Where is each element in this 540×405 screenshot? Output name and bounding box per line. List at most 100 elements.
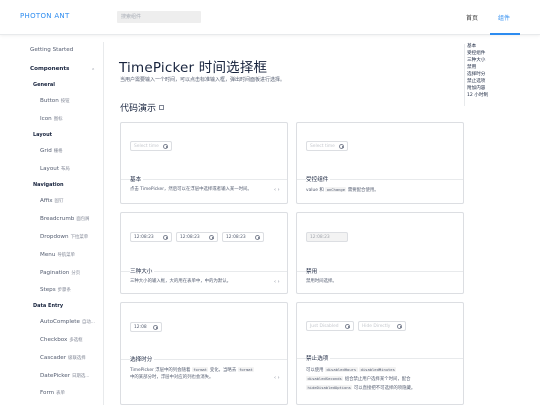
code-toggle-icon[interactable]: ‹ › [274,187,280,193]
card-description-cont: disabledSeconds 组合禁止用户选择某个时间，配合 [306,375,411,384]
code-toggle-icon[interactable]: ‹ › [274,375,280,381]
sidebar: Getting Started Components ⌃ General But… [20,42,104,405]
card-divider [121,179,287,180]
timepicker-basic[interactable]: Select time [130,141,172,151]
sidebar-item-checkbox[interactable]: Checkbox 多选框 [40,337,83,343]
sidebar-item-grid[interactable]: Grid 栅格 [40,148,63,154]
clock-icon [397,324,402,329]
demo-card-disabled: 12:08:23 禁用 禁用时间选择。 [296,212,464,294]
sidebar-subgroup-layout: Layout [33,132,53,138]
sidebar-item-menu[interactable]: Menu 导航菜单 [40,252,75,258]
chevron-up-icon[interactable]: ⌃ [91,68,95,74]
clock-icon [255,235,260,240]
sidebar-item-getting-started[interactable]: Getting Started [30,47,73,53]
sidebar-item-datepicker[interactable]: DatePicker 日期选... [40,373,89,379]
timepicker-controlled[interactable]: Select time [306,141,348,151]
code-tag: format [191,367,209,372]
anchor-link-sizes[interactable]: 三种大小 [467,58,485,64]
sidebar-item-label-cn: 自动... [81,320,95,325]
card-description: 可以使用 disabledHours disabledMinutes [306,366,397,375]
anchor-link-12-hours[interactable]: 12 小时制 [467,93,488,99]
sidebar-item-label: Checkbox [40,337,68,343]
demo-section-label: 代码演示 [120,104,157,114]
desc-text: 变化，当略去 [208,368,238,373]
sidebar-item-label: Dropdown [40,234,69,240]
timepicker-small[interactable]: 12:08:23 [222,232,264,242]
demo-card-sizes: 12:08:23 12:08:23 12:08:23 三种大小 三种大小的输入框… [120,212,288,294]
desc-text: 可以直接把不可选择的项隐藏。 [352,386,416,391]
timepicker-default[interactable]: 12:08:23 [176,232,218,242]
sidebar-item-label: Menu [40,252,56,258]
sidebar-item-label-cn: 级联选择 [68,356,86,361]
sidebar-item-label: Button [40,98,59,104]
sidebar-item-form[interactable]: Form 表单 [40,390,65,396]
timepicker-placeholder: Just Disabled [310,324,339,329]
anchor-link-disabled-options[interactable]: 禁止选项 [467,79,485,85]
sidebar-item-pagination[interactable]: Pagination 分页 [40,270,80,276]
sidebar-item-label: Grid [40,148,52,154]
expand-all-icon[interactable] [159,105,165,110]
clock-icon [163,144,168,149]
sidebar-item-label: DatePicker [40,373,71,379]
desc-text: TimePicker 浮层中的列会随着 [130,368,192,373]
clock-icon [339,144,344,149]
timepicker-value: 12:08:23 [180,235,200,240]
card-title: 禁止选项 [306,354,331,362]
sidebar-item-autocomplete[interactable]: AutoComplete 自动... [40,319,95,325]
sidebar-item-label-cn: 表单 [56,391,65,396]
timepicker-format[interactable]: 12:08 [130,322,162,332]
sidebar-item-layout[interactable]: Layout 布局 [40,166,70,172]
sidebar-item-label-cn: 布局 [61,167,70,172]
anchor-link-disabled[interactable]: 禁用 [467,65,476,71]
timepicker-disabled: 12:08:23 [306,232,348,242]
sidebar-item-affix[interactable]: Affix 固钉 [40,198,63,204]
timepicker-just-disabled[interactable]: Just Disabled [306,321,354,331]
code-tag: disabledHours [324,367,358,372]
card-description-cont: hideDisabledOptions 可以直接把不可选择的项隐藏。 [306,384,415,393]
timepicker-value: 12:08 [134,325,147,330]
code-toggle-icon[interactable]: ‹ › [274,279,280,285]
site-logo[interactable]: PHOTON ANT [20,12,70,20]
demo-section-title: 代码演示 [120,101,165,114]
timepicker-placeholder: Hide Directly [362,324,391,329]
anchor-link-controlled[interactable]: 受控组件 [467,51,485,57]
clock-icon [345,324,350,329]
code-tag: hideDisabledOptions [306,385,353,390]
sidebar-item-icon[interactable]: Icon 图标 [40,116,63,122]
sidebar-item-button[interactable]: Button 按钮 [40,98,70,104]
sidebar-item-label-cn: 步骤条 [57,288,71,293]
sidebar-item-steps[interactable]: Steps 步骤条 [40,287,71,293]
sidebar-subgroup-general: General [33,82,55,88]
clock-icon [163,235,168,240]
code-tag: onChange [325,187,347,192]
desc-text: 可以使用 [306,368,325,373]
sidebar-item-label-cn: 多选框 [69,338,83,343]
sidebar-group-components[interactable]: Components [30,66,69,72]
desc-text: 需要配合使用。 [346,188,379,193]
card-description: 点击 TimePicker，然后可以在浮层中选择或者输入某一时间。 [130,187,252,192]
search-input[interactable]: 搜索组件 [117,11,201,23]
code-tag: disabledSeconds [306,376,344,381]
timepicker-placeholder: Select time [310,144,335,149]
sidebar-item-label: Pagination [40,270,70,276]
card-description: 禁用时间选择。 [306,279,337,284]
sidebar-item-cascader[interactable]: Cascader 级联选择 [40,355,86,361]
sidebar-item-label: Affix [40,198,53,204]
card-title: 禁用 [306,267,320,275]
nav-components-link[interactable]: 组件 [498,13,510,22]
anchor-link-addon[interactable]: 附加内容 [467,86,485,92]
timepicker-large[interactable]: 12:08:23 [130,232,172,242]
card-title: 选择时分 [130,355,155,363]
nav-home-link[interactable]: 首页 [466,13,478,22]
anchor-link-format[interactable]: 选择时分 [467,72,485,78]
sidebar-item-label-cn: 导航菜单 [57,253,75,258]
sidebar-item-label-cn: 面包屑 [76,217,90,222]
card-title: 基本 [130,175,144,183]
anchor-link-basic[interactable]: 基本 [467,44,476,50]
timepicker-hide-directly[interactable]: Hide Directly [358,321,406,331]
sidebar-item-breadcrumb[interactable]: Breadcrumb 面包屑 [40,216,90,222]
demo-card-format: 12:08 选择时分 TimePicker 浮层中的列会随着 format 变化… [120,302,288,405]
demo-card-controlled: Select time 受控组件 value 和 onChange 需要配合使用… [296,122,464,204]
sidebar-subgroup-navigation: Navigation [33,182,64,188]
sidebar-item-dropdown[interactable]: Dropdown 下拉菜单 [40,234,88,240]
